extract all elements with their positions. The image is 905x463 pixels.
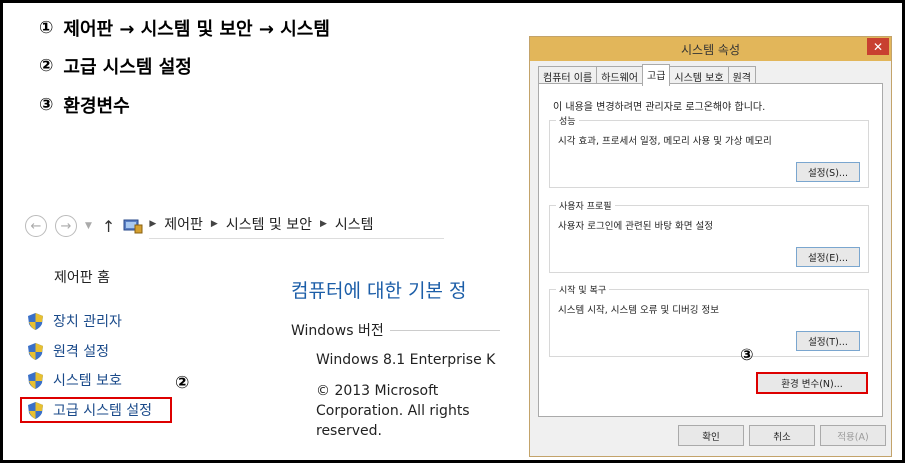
sidebar-item-device-manager[interactable]: 장치 관리자 <box>27 311 122 331</box>
section-label: Windows 버전 <box>291 323 384 339</box>
group-description: 시스템 시작, 시스템 오류 및 디버깅 정보 <box>558 305 719 316</box>
advanced-tab-panel: 이 내용을 변경하려면 관리자로 로그온해야 합니다. 성능 시각 효과, 프로… <box>538 83 883 417</box>
step-1: ① 제어판 → 시스템 및 보안 → 시스템 <box>39 15 330 41</box>
step-3: ③ 환경변수 <box>39 92 130 118</box>
cancel-button[interactable]: 취소 <box>749 425 815 446</box>
up-arrow-icon[interactable]: ↑ <box>102 217 115 236</box>
breadcrumb-item[interactable]: 시스템 및 보안 <box>226 214 312 234</box>
performance-group: 성능 시각 효과, 프로세서 일정, 메모리 사용 및 가상 메모리 설정(S)… <box>549 114 869 188</box>
startup-recovery-settings-button[interactable]: 설정(T)... <box>796 331 860 351</box>
user-profiles-settings-button[interactable]: 설정(E)... <box>796 247 860 267</box>
step-number: ③ <box>39 95 54 115</box>
group-description: 사용자 로그인에 관련된 바탕 화면 설정 <box>558 221 713 232</box>
chevron-right-icon: ▶ <box>320 218 327 229</box>
step-text: 고급 시스템 설정 <box>63 57 192 78</box>
shield-icon <box>28 342 43 360</box>
step-2: ② 고급 시스템 설정 <box>39 53 192 79</box>
group-title: 성능 <box>556 114 579 127</box>
user-profiles-group: 사용자 프로필 사용자 로그인에 관련된 바탕 화면 설정 설정(E)... <box>549 199 869 273</box>
tab-advanced[interactable]: 고급 <box>642 64 671 86</box>
performance-settings-button[interactable]: 설정(S)... <box>796 162 860 182</box>
shield-icon <box>28 371 43 389</box>
step-marker-2: ② <box>175 373 190 393</box>
group-title: 시작 및 복구 <box>556 283 610 296</box>
admin-note: 이 내용을 변경하려면 관리자로 로그온해야 합니다. <box>553 102 766 113</box>
copyright-text: © 2013 Microsoft Corporation. All rights… <box>316 383 470 439</box>
divider <box>389 329 500 331</box>
close-button[interactable]: ✕ <box>867 38 889 55</box>
step-marker-3: ③ <box>740 345 754 364</box>
sidebar-item-label: 시스템 보호 <box>53 373 122 389</box>
sidebar-item-remote-settings[interactable]: 원격 설정 <box>27 341 109 361</box>
chevron-right-icon: ▶ <box>149 218 157 229</box>
control-panel-icon <box>123 219 143 234</box>
step-number: ① <box>39 18 54 38</box>
breadcrumb-item[interactable]: 시스템 <box>335 214 444 234</box>
chevron-right-icon: ▶ <box>210 218 218 229</box>
system-properties-dialog: 시스템 속성 ✕ 컴퓨터 이름 하드웨어 고급 시스템 보호 원격 이 내용을 … <box>529 36 892 457</box>
close-icon: ✕ <box>872 39 884 54</box>
address-bar: ← → ▼ ↑ ▶ 제어판 ▶ 시스템 및 보안 ▶ 시스템 <box>25 212 495 240</box>
group-description: 시각 효과, 프로세서 일정, 메모리 사용 및 가상 메모리 <box>558 136 772 147</box>
sidebar-item-system-protection[interactable]: 시스템 보호 <box>27 370 122 390</box>
page-title: 컴퓨터에 대한 기본 정 <box>291 280 467 302</box>
screenshot-frame: ① 제어판 → 시스템 및 보안 → 시스템 ② 고급 시스템 설정 ③ 환경변… <box>0 0 905 463</box>
step-text: 환경변수 <box>63 96 130 117</box>
startup-recovery-group: 시작 및 복구 시스템 시작, 시스템 오류 및 디버깅 정보 설정(T)... <box>549 283 869 357</box>
recent-locations-dropdown-icon[interactable]: ▼ <box>85 221 92 231</box>
step-text: 제어판 → 시스템 및 보안 → 시스템 <box>63 19 330 40</box>
dialog-titlebar[interactable]: 시스템 속성 ✕ <box>530 37 891 61</box>
sidebar-item-label: 원격 설정 <box>53 344 109 360</box>
dialog-title: 시스템 속성 <box>680 42 740 57</box>
breadcrumb: ▶ 제어판 ▶ 시스템 및 보안 ▶ 시스템 <box>149 214 444 239</box>
apply-button[interactable]: 적용(A) <box>820 425 886 446</box>
windows-edition: Windows 8.1 Enterprise K <box>316 352 496 368</box>
sidebar-item-label: 장치 관리자 <box>53 314 122 330</box>
highlight-box-advanced-settings <box>20 397 172 423</box>
breadcrumb-item[interactable]: 제어판 <box>164 214 203 234</box>
back-button[interactable]: ← <box>25 215 47 237</box>
step-number: ② <box>39 56 54 76</box>
control-panel-home-link[interactable]: 제어판 홈 <box>54 267 110 287</box>
shield-icon <box>28 312 43 330</box>
forward-button[interactable]: → <box>55 215 77 237</box>
windows-version-section: Windows 버전 <box>291 320 500 340</box>
forward-arrow-icon: → <box>60 218 72 234</box>
back-arrow-icon: ← <box>30 218 42 234</box>
ok-button[interactable]: 확인 <box>678 425 744 446</box>
environment-variables-button[interactable]: 환경 변수(N)... <box>756 372 868 394</box>
group-title: 사용자 프로필 <box>556 199 615 212</box>
